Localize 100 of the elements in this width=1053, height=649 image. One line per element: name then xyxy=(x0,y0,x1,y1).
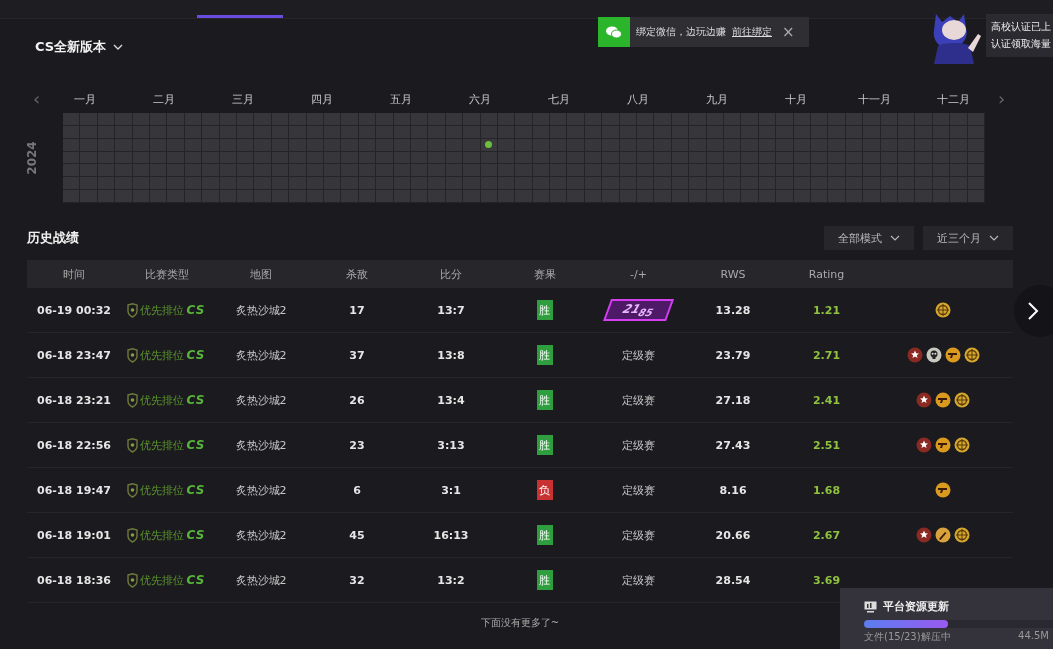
rating-value: 1.68 xyxy=(811,483,842,497)
end-of-list-note: 下面没有更多了~ xyxy=(479,616,561,630)
table-cell: 定级赛 xyxy=(622,347,655,363)
month-label: 九月 xyxy=(704,91,729,107)
table-cell: 定级赛 xyxy=(622,527,655,543)
table-cell-text: 13:2 xyxy=(436,573,466,587)
table-cell-text: 32 xyxy=(348,573,366,587)
chevron-down-icon xyxy=(989,235,999,241)
chevron-right-icon xyxy=(1027,301,1039,321)
chat-icon xyxy=(598,17,630,47)
rating-value: 2.71 xyxy=(811,348,842,362)
game-logo: CS xyxy=(186,348,206,362)
target-medal-icon xyxy=(954,527,970,543)
shield-icon xyxy=(127,302,139,318)
table-cell-text: 27.18 xyxy=(714,393,752,407)
table-cell-text: 13.28 xyxy=(714,303,752,317)
shield-icon xyxy=(127,482,139,498)
result-badge: 胜 xyxy=(536,390,553,410)
table-cell-text: 炙热沙城2 xyxy=(234,392,288,408)
month-label: 四月 xyxy=(309,91,334,107)
month-label: 六月 xyxy=(467,91,492,107)
table-cell: 定级赛 xyxy=(622,482,655,498)
table-cell-text: 13:7 xyxy=(436,303,466,317)
column-header: 杀敌 xyxy=(345,266,369,282)
table-cell-text: 06-19 00:32 xyxy=(36,303,112,317)
table-cell-text: 炙热沙城2 xyxy=(234,527,288,543)
table-cell-text: 23 xyxy=(348,438,366,452)
result-badge: 胜 xyxy=(536,525,553,545)
table-cell-text: 06-18 22:56 xyxy=(36,438,112,452)
filter-dropdown[interactable]: 全部模式 xyxy=(824,226,914,250)
table-cell-text: 炙热沙城2 xyxy=(234,572,288,588)
shield-icon xyxy=(127,347,139,363)
filter-dropdown[interactable]: 近三个月 xyxy=(923,226,1013,250)
shield-icon xyxy=(127,572,139,588)
table-cell: 定级赛 xyxy=(622,392,655,408)
column-header: 赛果 xyxy=(532,266,557,282)
size-text: 44.5M xyxy=(1018,630,1049,643)
chevron-down-icon xyxy=(113,43,124,51)
match-type: 优先排位 xyxy=(140,392,185,408)
promo-text: 高校认证已上 xyxy=(991,19,1052,34)
version-dropdown[interactable]: CS全新版本 xyxy=(35,38,124,56)
next-page-button[interactable] xyxy=(1014,285,1053,337)
panel-title: 平台资源更新 xyxy=(883,599,949,614)
month-label: 五月 xyxy=(388,91,413,107)
column-header: RWS xyxy=(719,267,747,281)
table-cell-text: 13:8 xyxy=(436,348,466,362)
month-label: 三月 xyxy=(230,91,255,107)
pistol-medal-icon xyxy=(935,392,951,408)
result-badge: 胜 xyxy=(536,435,553,455)
monitor-icon xyxy=(864,600,877,613)
match-type: 优先排位 xyxy=(140,437,185,453)
month-label: 八月 xyxy=(625,91,650,107)
year-label: 2024 xyxy=(24,140,39,177)
table-cell: 定级赛 xyxy=(622,437,655,453)
rating-value: 2.41 xyxy=(811,393,842,407)
table-cell: 定级赛 xyxy=(622,572,655,588)
month-label: 十一月 xyxy=(857,91,892,107)
star-medal-icon xyxy=(916,392,932,408)
table-cell-text: 炙热沙城2 xyxy=(234,347,288,363)
match-type: 优先排位 xyxy=(140,302,185,318)
table-cell-text: 炙热沙城2 xyxy=(234,302,288,318)
table-cell-text: 06-18 23:21 xyxy=(36,393,112,407)
column-header: 地图 xyxy=(249,266,273,282)
table-cell-text: 3:1 xyxy=(440,483,462,497)
table-cell-text: 13:4 xyxy=(436,393,466,407)
table-cell-text: 06-18 23:47 xyxy=(36,348,112,362)
game-logo: CS xyxy=(186,303,206,317)
table-cell-text: 06-18 19:47 xyxy=(36,483,112,497)
month-label: 十二月 xyxy=(936,91,971,107)
promo-text: 认证领取海量 xyxy=(991,36,1052,51)
chevron-down-icon xyxy=(890,235,900,241)
table-cell-text: 45 xyxy=(348,528,366,542)
column-header: Rating xyxy=(807,267,846,281)
column-header: 比分 xyxy=(439,266,463,282)
game-logo: CS xyxy=(186,393,206,407)
table-cell-text: 37 xyxy=(348,348,366,362)
game-logo: CS xyxy=(186,483,206,497)
game-logo: CS xyxy=(186,528,206,542)
rating-value: 1.21 xyxy=(811,303,842,317)
rating-value: 3.69 xyxy=(811,573,842,587)
target-medal-icon xyxy=(954,437,970,453)
rating-value: 2.67 xyxy=(811,528,842,542)
table-cell-text: 炙热沙城2 xyxy=(234,482,288,498)
match-type: 优先排位 xyxy=(140,527,185,543)
star-medal-icon xyxy=(916,527,932,543)
table-cell-text: 06-18 19:01 xyxy=(36,528,112,542)
month-label: 二月 xyxy=(151,91,176,107)
table-cell-text: 27.43 xyxy=(714,438,752,452)
match-type: 优先排位 xyxy=(140,572,185,588)
star-medal-icon xyxy=(916,437,932,453)
toast-message: 绑定微信，边玩边赚 xyxy=(636,25,726,39)
shield-icon xyxy=(127,392,139,408)
table-cell-text: 26 xyxy=(348,393,366,407)
table-cell-text: 17 xyxy=(348,303,366,317)
target-medal-icon xyxy=(954,392,970,408)
result-badge: 胜 xyxy=(536,300,553,320)
column-header: 时间 xyxy=(62,266,86,282)
table-cell-text: 16:13 xyxy=(432,528,470,542)
close-button[interactable]: × xyxy=(778,23,799,41)
bind-link[interactable]: 前往绑定 xyxy=(732,25,772,39)
